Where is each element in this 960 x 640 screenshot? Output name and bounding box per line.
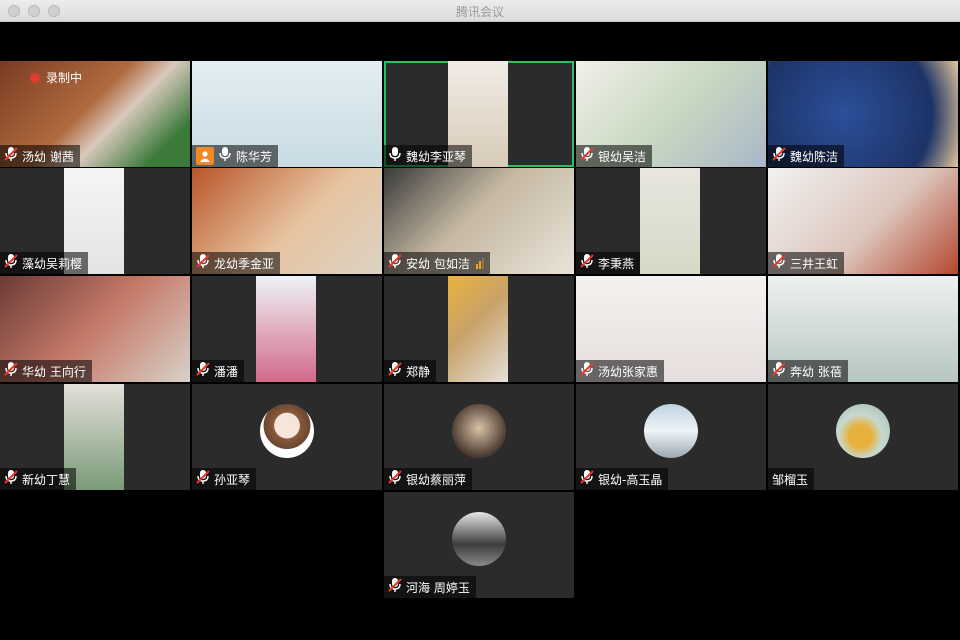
participant-name: 藻幼吴莉樱: [22, 256, 83, 271]
participant-name: 奔幼 张蓓: [790, 364, 842, 379]
participant-name: 华幼 王向行: [22, 364, 86, 379]
participant-tile[interactable]: 郑静: [384, 276, 574, 382]
participant-tile[interactable]: 银幼吴洁: [576, 61, 766, 167]
participant-tile[interactable]: 陈华芳: [192, 61, 382, 167]
participant-name: 银幼蔡丽萍: [406, 472, 467, 487]
window-titlebar: 腾讯会议: [0, 0, 960, 22]
participant-tile[interactable]: 孙亚琴: [192, 384, 382, 490]
participant-name: 魏幼李亚琴: [406, 149, 467, 164]
participant-name: 邹榴玉: [772, 472, 809, 487]
participant-tile[interactable]: 华幼 王向行: [0, 276, 190, 382]
participant-tile[interactable]: 龙幼季金亚: [192, 168, 382, 274]
mic-muted-icon: [388, 361, 406, 381]
participant-name: 三井王虹: [790, 256, 839, 271]
participant-namebar: 汤幼张家惠: [576, 360, 665, 382]
group-photo-avatar: [452, 512, 506, 566]
mic-muted-icon: [196, 469, 214, 489]
mic-muted-icon: [196, 361, 214, 381]
mic-muted-icon: [388, 577, 406, 597]
participant-name: 汤幼 谢茜: [22, 149, 74, 164]
flower-photo-avatar: [836, 404, 890, 458]
participant-namebar: 藻幼吴莉樱: [0, 252, 89, 274]
participant-namebar: 陈华芳: [192, 145, 279, 167]
participant-namebar: 魏幼陈洁: [768, 145, 845, 167]
participant-namebar: 银幼-高玉晶: [576, 468, 669, 490]
mic-muted-icon: [580, 361, 598, 381]
participant-tile[interactable]: 魏幼李亚琴: [384, 61, 574, 167]
mic-muted-icon: [772, 361, 790, 381]
participant-tile[interactable]: 银幼蔡丽萍: [384, 384, 574, 490]
sky-photo-avatar: [644, 404, 698, 458]
participant-name: 潘潘: [214, 364, 239, 379]
mic-muted-icon: [772, 253, 790, 273]
participant-name: 银幼吴洁: [598, 149, 647, 164]
participant-namebar: 奔幼 张蓓: [768, 360, 848, 382]
participant-tile[interactable]: 河海 周婷玉: [384, 492, 574, 598]
mic-muted-icon: [388, 253, 406, 273]
participant-video: [640, 168, 700, 274]
participant-namebar: 银幼吴洁: [576, 145, 653, 167]
cartoon-girl-avatar: [260, 404, 314, 458]
participant-name: 银幼-高玉晶: [598, 472, 663, 487]
recording-dot-icon: [30, 72, 40, 83]
mic-muted-icon: [388, 469, 406, 489]
mic-muted-icon: [4, 253, 22, 273]
participant-name: 陈华芳: [236, 149, 273, 164]
participant-video: [256, 276, 316, 382]
participant-namebar: 新幼丁慧: [0, 468, 77, 490]
participant-tile[interactable]: 潘潘: [192, 276, 382, 382]
participant-namebar: 河海 周婷玉: [384, 576, 476, 598]
recording-label: 录制中: [46, 71, 83, 85]
mic-muted-icon: [4, 469, 22, 489]
participant-name: 龙幼季金亚: [214, 256, 275, 271]
host-icon: [196, 147, 214, 165]
participant-namebar: 银幼蔡丽萍: [384, 468, 473, 490]
participant-tile[interactable]: 奔幼 张蓓: [768, 276, 958, 382]
participant-namebar: 华幼 王向行: [0, 360, 92, 382]
mic-muted-icon: [772, 146, 790, 166]
recording-indicator: 录制中: [30, 69, 82, 86]
participant-namebar: 魏幼李亚琴: [384, 145, 473, 167]
participant-tile[interactable]: 魏幼陈洁: [768, 61, 958, 167]
mic-muted-icon: [196, 253, 214, 273]
participant-name: 安幼 包如洁: [406, 256, 470, 271]
participant-tile[interactable]: 录制中汤幼 谢茜: [0, 61, 190, 167]
participant-namebar: 安幼 包如洁: [384, 252, 490, 274]
mic-muted-icon: [580, 469, 598, 489]
participant-namebar: 郑静: [384, 360, 437, 382]
photo-avatar: [452, 404, 506, 458]
participant-namebar: 三井王虹: [768, 252, 845, 274]
window-title: 腾讯会议: [455, 5, 504, 19]
participant-name: 魏幼陈洁: [790, 149, 839, 164]
participant-name: 孙亚琴: [214, 472, 251, 487]
participant-tile[interactable]: 银幼-高玉晶: [576, 384, 766, 490]
participant-name: 汤幼张家惠: [598, 364, 659, 379]
participant-video: [448, 276, 508, 382]
video-gallery: 录制中 汤幼 谢茜 陈华芳 魏幼李亚琴 银幼吴洁 魏幼陈洁 藻幼吴莉樱 龙幼季金亚 安幼 包如洁…: [0, 22, 960, 640]
participant-name: 李秉燕: [598, 256, 635, 271]
participant-name: 郑静: [406, 364, 431, 379]
participant-tile[interactable]: 汤幼张家惠: [576, 276, 766, 382]
participant-namebar: 孙亚琴: [192, 468, 257, 490]
mic-icon: [218, 146, 236, 166]
mic-muted-icon: [580, 146, 598, 166]
participant-tile[interactable]: 安幼 包如洁: [384, 168, 574, 274]
network-signal-icon: [475, 257, 484, 269]
participant-namebar: 李秉燕: [576, 252, 641, 274]
mic-muted-icon: [580, 253, 598, 273]
participant-name: 河海 周婷玉: [406, 580, 470, 595]
participant-namebar: 邹榴玉: [768, 468, 815, 490]
mic-muted-icon: [4, 146, 22, 166]
participant-namebar: 汤幼 谢茜: [0, 145, 80, 167]
mic-icon: [388, 146, 406, 166]
participant-tile[interactable]: 三井王虹: [768, 168, 958, 274]
participant-tile[interactable]: 藻幼吴莉樱: [0, 168, 190, 274]
participant-tile[interactable]: 李秉燕: [576, 168, 766, 274]
participant-tile[interactable]: 邹榴玉: [768, 384, 958, 490]
participant-namebar: 龙幼季金亚: [192, 252, 281, 274]
participant-name: 新幼丁慧: [22, 472, 71, 487]
mic-muted-icon: [4, 361, 22, 381]
participant-tile[interactable]: 新幼丁慧: [0, 384, 190, 490]
participant-namebar: 潘潘: [192, 360, 245, 382]
